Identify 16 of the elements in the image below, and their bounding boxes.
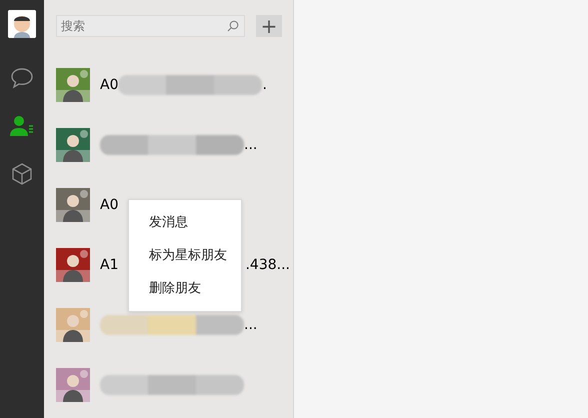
contact-name: ... <box>244 317 258 333</box>
search-field[interactable]: 搜索 <box>56 15 245 37</box>
menu-item[interactable]: 发消息 <box>129 206 241 239</box>
contact-name: A1 <box>100 257 118 273</box>
cube-icon <box>11 163 33 185</box>
contact-name: A0 <box>100 197 118 213</box>
contact-name: . <box>262 77 267 93</box>
chat-icon <box>10 67 34 89</box>
contact-name: ... <box>244 137 258 153</box>
add-button[interactable]: + <box>256 15 282 37</box>
contact-name: A0 <box>100 77 118 93</box>
menu-item[interactable]: 标为星标朋友 <box>129 239 241 272</box>
contacts-icon <box>9 115 35 137</box>
search-icon <box>227 20 239 32</box>
contact-name: .438... <box>245 257 290 273</box>
menu-item[interactable]: 删除朋友 <box>129 272 241 305</box>
